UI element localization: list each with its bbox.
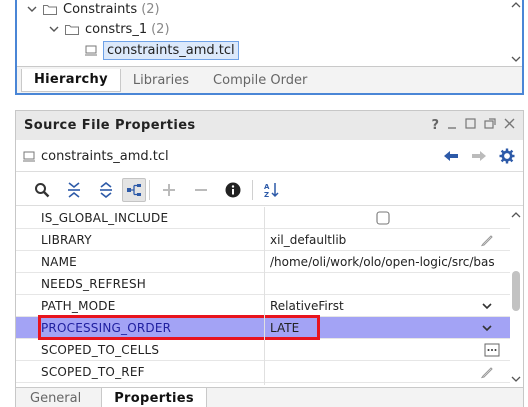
help-icon[interactable]: ? — [431, 118, 439, 133]
tab-general[interactable]: General — [18, 388, 93, 407]
property-value: RelativeFirst — [270, 299, 344, 313]
folder-icon — [65, 24, 79, 35]
table-row[interactable]: NAME /home/oli/work/olo/open-logic/src/b… — [16, 251, 510, 273]
dropdown-chevron-icon[interactable] — [480, 299, 494, 313]
table-row[interactable]: PATH_MODE RelativeFirst — [16, 295, 510, 317]
property-name: SCOPED_TO_CELLS — [41, 343, 160, 357]
properties-tab-bar: General Properties — [16, 387, 523, 407]
browse-ellipsis-icon[interactable] — [484, 343, 500, 357]
gear-icon[interactable] — [499, 148, 515, 168]
property-name: SCOPED_TO_REF — [41, 365, 145, 379]
svg-text:A: A — [264, 183, 270, 191]
selected-file-label[interactable]: constraints_amd.tcl — [103, 40, 239, 60]
dropdown-chevron-icon[interactable] — [480, 321, 494, 335]
back-arrow-icon[interactable] — [443, 150, 459, 166]
tree-node-constrs-1[interactable]: constrs_1 (2) — [49, 19, 170, 39]
expand-all-icon[interactable] — [90, 178, 122, 202]
search-icon[interactable] — [26, 178, 58, 202]
add-icon[interactable] — [153, 178, 185, 202]
property-name: NAME — [41, 255, 77, 269]
table-row[interactable]: IS_GLOBAL_INCLUDE — [16, 207, 510, 229]
properties-toolbar: AZ — [16, 174, 523, 206]
property-name: LIBRARY — [41, 233, 92, 247]
current-file-row: constraints_amd.tcl — [16, 142, 523, 172]
minimize-icon[interactable] — [447, 118, 457, 133]
file-icon — [23, 151, 35, 162]
panel-title: Source File Properties — [24, 118, 196, 133]
property-name: NEEDS_REFRESH — [41, 277, 146, 291]
forward-arrow-icon[interactable] — [471, 150, 487, 166]
info-icon[interactable] — [217, 178, 249, 202]
edit-pencil-icon[interactable] — [480, 233, 494, 247]
table-row[interactable]: SCOPED_TO_CELLS — [16, 339, 510, 361]
hierarchy-tab-bar: Hierarchy Libraries Compile Order — [17, 66, 522, 93]
tree-node-constraints[interactable]: Constraints (2) — [27, 0, 160, 19]
checkbox-icon[interactable] — [376, 211, 390, 225]
tab-libraries[interactable]: Libraries — [121, 67, 201, 93]
hierarchy-panel: Constraints (2) constrs_1 (2) constraint… — [15, 0, 524, 95]
property-value: /home/oli/work/olo/open-logic/src/bas — [270, 255, 495, 269]
remove-icon[interactable] — [185, 178, 217, 202]
toolbar-divider — [149, 179, 150, 200]
float-icon[interactable] — [484, 118, 496, 133]
tab-compile-order[interactable]: Compile Order — [201, 67, 319, 93]
toolbar-divider — [252, 179, 253, 200]
source-file-properties-panel: Source File Properties ? constraints_amd… — [15, 110, 524, 407]
current-file-name: constraints_amd.tcl — [41, 149, 169, 164]
table-row[interactable]: SCOPED_TO_REF — [16, 361, 510, 383]
chevron-down-icon[interactable] — [27, 4, 37, 14]
table-row[interactable]: NEEDS_REFRESH — [16, 273, 510, 295]
highlight-box — [38, 315, 320, 340]
tree-node-constraints-file[interactable]: constraints_amd.tcl — [85, 40, 239, 60]
folder-icon — [43, 4, 57, 15]
properties-scrollbar[interactable] — [509, 207, 523, 385]
panel-header: Source File Properties ? — [16, 111, 523, 140]
collapse-all-icon[interactable] — [58, 178, 90, 202]
hierarchy-scrollbar[interactable] — [510, 0, 522, 66]
property-value: xil_defaultlib — [270, 233, 347, 247]
svg-text:Z: Z — [264, 191, 269, 198]
column-divider — [264, 207, 265, 385]
table-row[interactable]: LIBRARY xil_defaultlib — [16, 229, 510, 251]
restore-icon[interactable] — [465, 118, 476, 133]
scrollbar-thumb[interactable] — [512, 271, 520, 311]
tree-node-label: constrs_1 — [85, 21, 148, 37]
tab-properties[interactable]: Properties — [101, 388, 207, 407]
property-name: IS_GLOBAL_INCLUDE — [41, 211, 169, 225]
sort-icon[interactable]: AZ — [256, 178, 288, 202]
hierarchy-icon[interactable] — [122, 177, 146, 202]
tree-node-count: (2) — [151, 21, 170, 37]
tab-hierarchy[interactable]: Hierarchy — [21, 68, 121, 92]
property-name: PATH_MODE — [41, 299, 116, 313]
edit-pencil-icon[interactable] — [480, 365, 494, 379]
properties-table: IS_GLOBAL_INCLUDE LIBRARY xil_defaultlib… — [16, 207, 510, 385]
tree-node-count: (2) — [141, 1, 160, 17]
chevron-down-icon[interactable] — [49, 24, 59, 34]
close-icon[interactable] — [504, 118, 515, 133]
tree-node-label: Constraints — [63, 1, 138, 17]
file-icon — [85, 45, 97, 55]
